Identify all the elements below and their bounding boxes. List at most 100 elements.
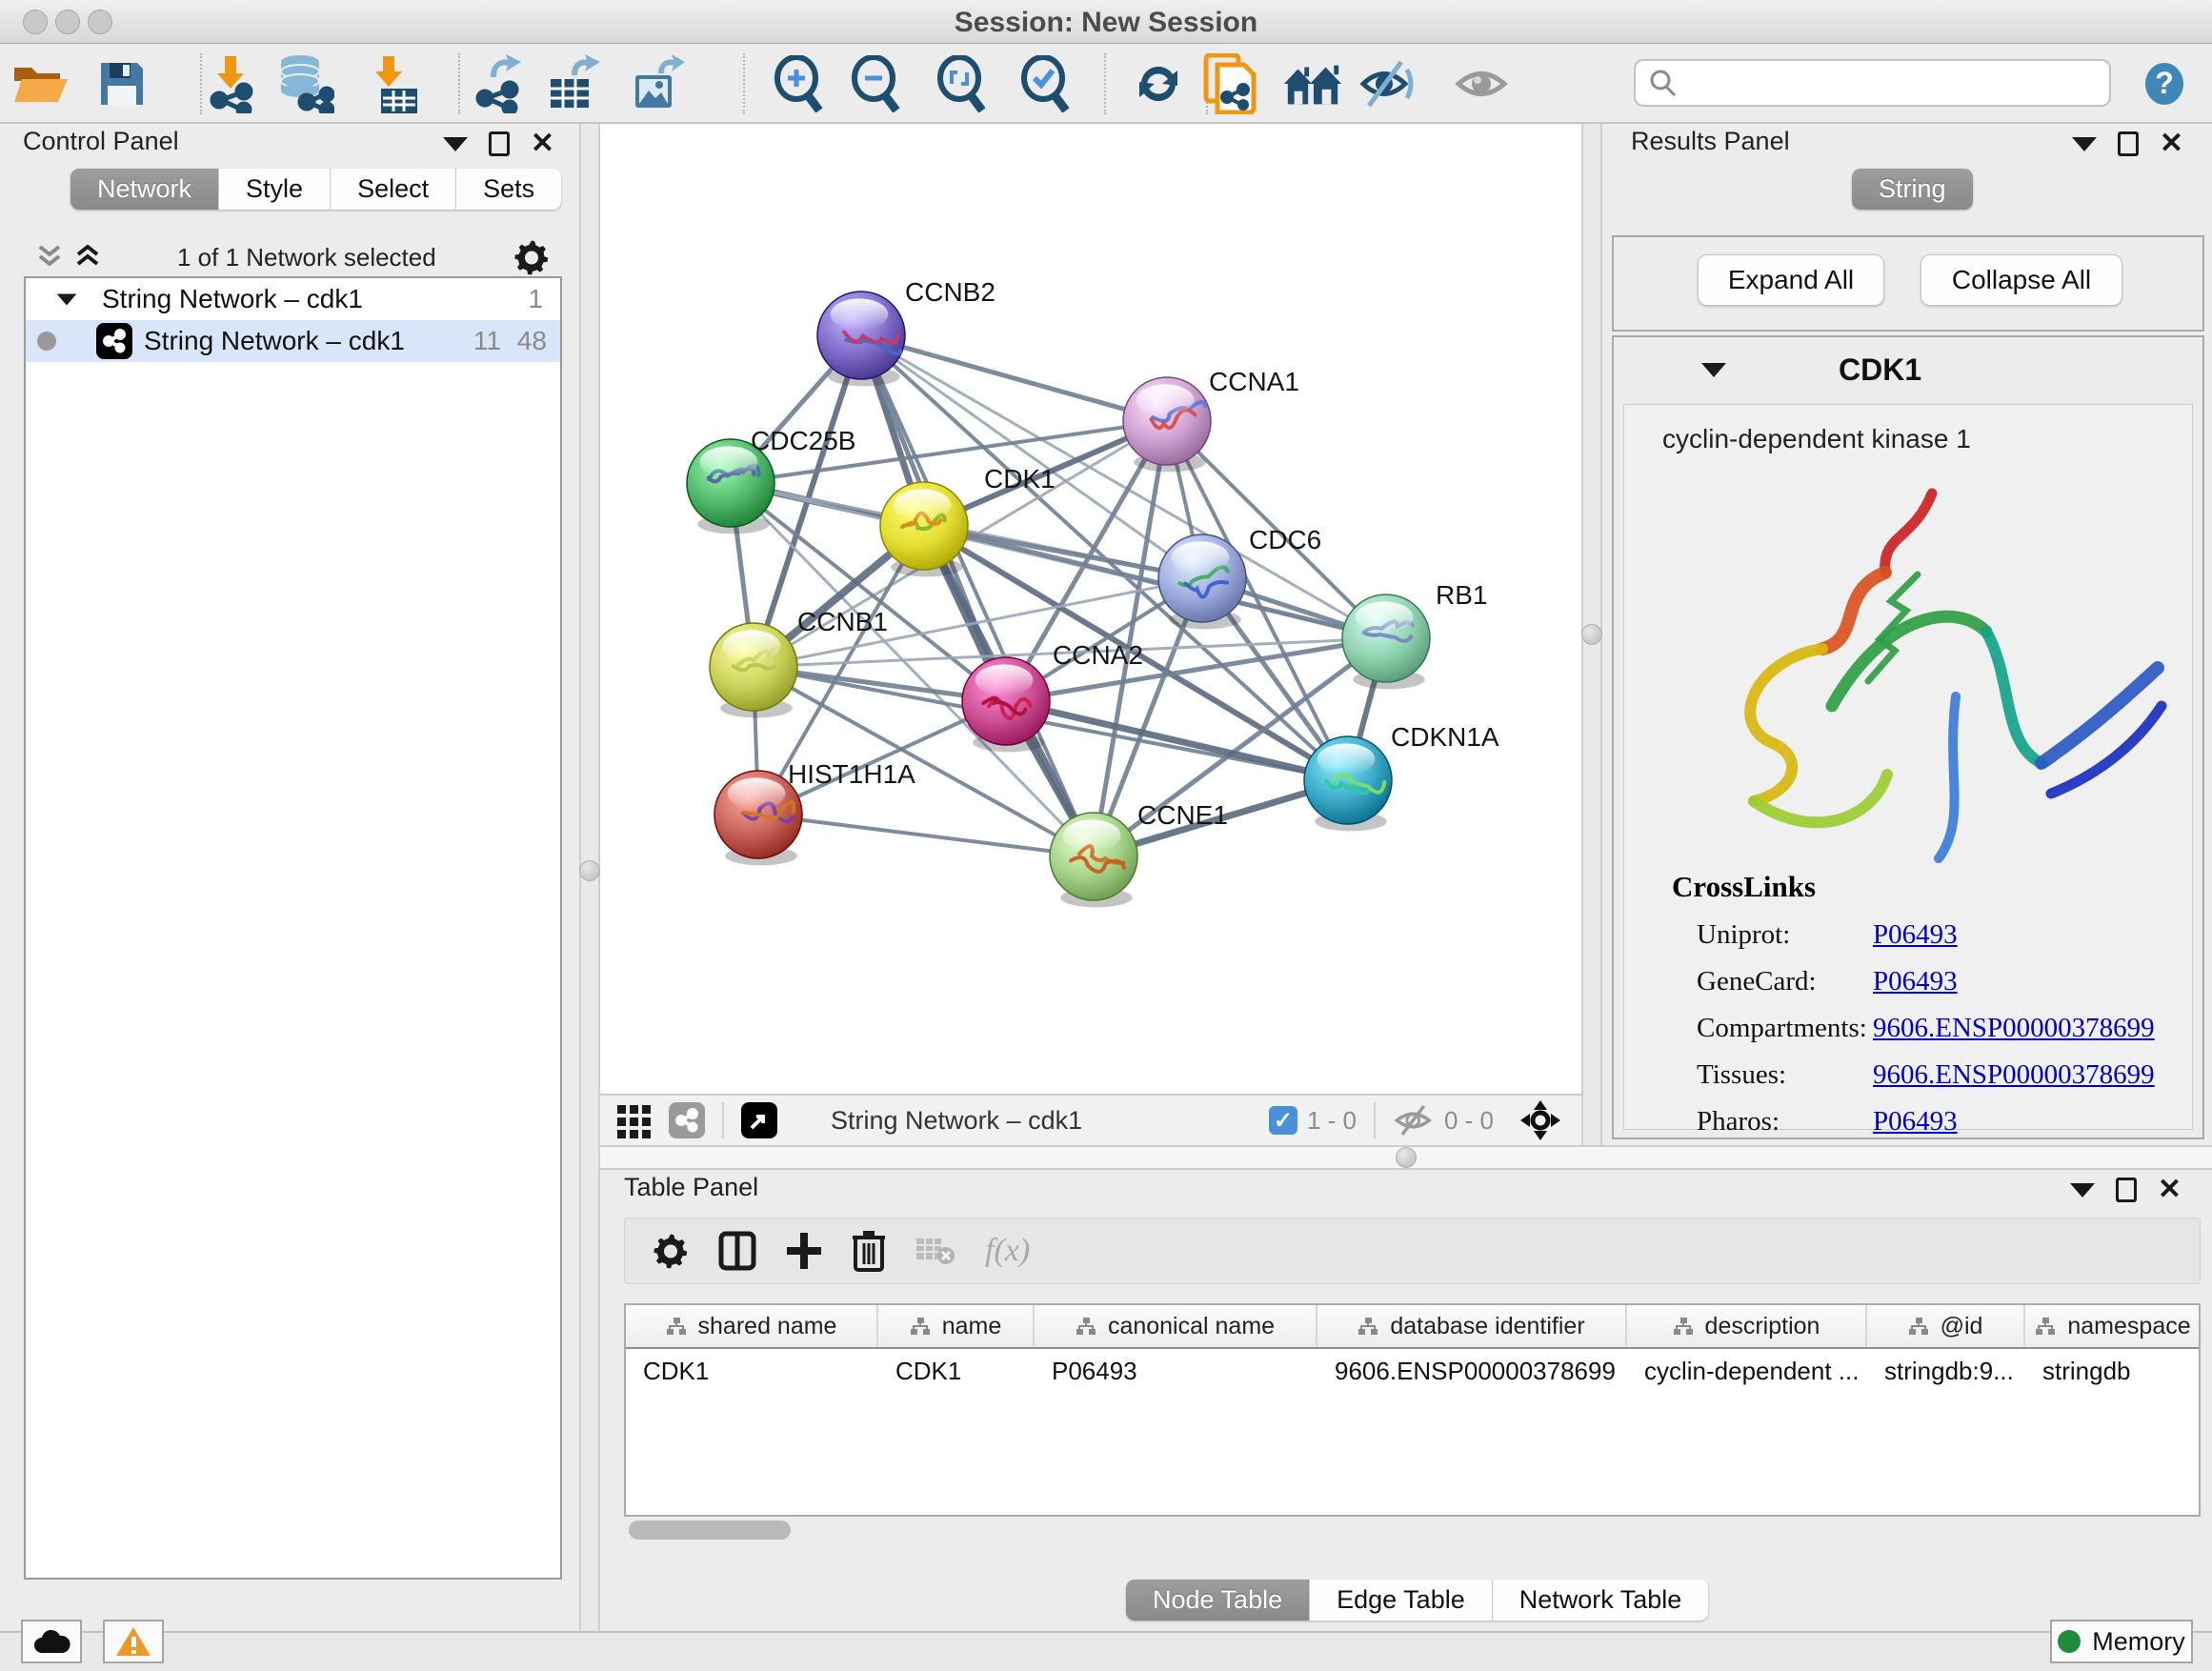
panel-float-icon[interactable] — [2118, 131, 2139, 156]
network-canvas[interactable]: CCNB2CCNA1CDC25BCDK1CDC6RB1CCNB1CCNA2CDK… — [600, 124, 1581, 1094]
cloud-button[interactable] — [21, 1620, 82, 1663]
network-row[interactable]: String Network – cdk1 11 48 — [26, 320, 560, 362]
right-splitter-handle[interactable] — [1581, 624, 1602, 645]
table-horizontal-scrollbar[interactable] — [629, 1520, 791, 1540]
collapse-all-icon[interactable] — [34, 243, 67, 272]
save-session-button[interactable] — [91, 53, 152, 114]
panel-menu-icon[interactable] — [443, 137, 468, 151]
panel-menu-icon[interactable] — [2072, 137, 2097, 151]
warnings-button[interactable] — [103, 1620, 164, 1663]
panel-float-icon[interactable] — [2116, 1178, 2137, 1202]
node-table[interactable]: shared namenamecanonical namedatabase id… — [624, 1303, 2201, 1517]
expand-all-icon[interactable] — [72, 243, 105, 272]
left-splitter-handle[interactable] — [579, 860, 600, 881]
column-header[interactable]: namespace — [2025, 1305, 2201, 1347]
column-header[interactable]: name — [878, 1305, 1035, 1347]
string-home-button[interactable] — [1282, 53, 1343, 114]
delete-column-icon[interactable] — [852, 1230, 886, 1272]
export-image-button[interactable] — [627, 53, 688, 114]
show-all-button[interactable] — [1452, 53, 1513, 114]
import-network-database-button[interactable] — [274, 53, 335, 114]
table-cell[interactable]: CDK1 — [878, 1349, 1035, 1393]
string-view-icon[interactable] — [669, 1102, 705, 1138]
tab-string[interactable]: String — [1852, 169, 1973, 210]
crosslink-value[interactable]: P06493 — [1873, 966, 1958, 997]
table-cell[interactable]: cyclin-dependent ... — [1627, 1349, 1867, 1393]
crosslink-value[interactable]: 9606.ENSP00000378699 — [1873, 1059, 2155, 1091]
graph-node-CDK1[interactable] — [880, 482, 968, 576]
tab-select[interactable]: Select — [331, 169, 456, 210]
zoom-in-button[interactable] — [769, 53, 830, 114]
export-table-button[interactable] — [542, 53, 603, 114]
column-header[interactable]: description — [1627, 1305, 1867, 1347]
panel-menu-icon[interactable] — [2070, 1183, 2095, 1198]
grid-view-icon[interactable] — [615, 1101, 654, 1139]
graph-node-CDKN1A[interactable] — [1304, 736, 1392, 831]
zoom-fit-button[interactable] — [932, 53, 993, 114]
zoom-selected-button[interactable] — [1016, 53, 1076, 114]
table-settings-gear-icon[interactable] — [652, 1232, 690, 1270]
zoom-out-button[interactable] — [846, 53, 907, 114]
column-header[interactable]: database identifier — [1317, 1305, 1627, 1347]
panel-close-icon[interactable]: ✕ — [2158, 1178, 2182, 1202]
tab-node-table[interactable]: Node Table — [1126, 1580, 1310, 1621]
horizontal-splitter[interactable] — [600, 1145, 2212, 1170]
network-collection-row[interactable]: String Network – cdk1 1 — [26, 278, 560, 320]
hidden-eye-icon[interactable] — [1393, 1103, 1435, 1137]
crosslink-value[interactable]: P06493 — [1873, 919, 1958, 951]
graph-node-CCNB1[interactable] — [710, 623, 797, 717]
apply-layout-button[interactable] — [1128, 53, 1189, 114]
open-in-window-icon[interactable] — [741, 1102, 777, 1138]
panel-close-icon[interactable]: ✕ — [2160, 131, 2183, 156]
graph-node-RB1[interactable] — [1342, 594, 1430, 689]
left-splitter[interactable] — [579, 124, 600, 1631]
entry-header[interactable]: CDK1 — [1614, 337, 2202, 402]
graph-node-CDC6[interactable] — [1158, 534, 1246, 629]
table-cell[interactable]: CDK1 — [626, 1349, 878, 1393]
gear-icon[interactable] — [513, 238, 551, 276]
tab-sets[interactable]: Sets — [456, 169, 561, 210]
tab-network[interactable]: Network — [70, 169, 219, 210]
string-protein-query-button[interactable] — [1200, 53, 1261, 114]
panel-float-icon[interactable] — [489, 131, 510, 156]
import-network-file-button[interactable] — [198, 53, 259, 114]
entry-collapse-icon[interactable] — [1701, 363, 1726, 377]
tab-style[interactable]: Style — [219, 169, 331, 210]
memory-button[interactable]: Memory — [2050, 1620, 2193, 1663]
import-table-file-button[interactable] — [362, 53, 423, 114]
open-session-button[interactable] — [10, 53, 70, 114]
crosslink-value[interactable]: P06493 — [1873, 1106, 1958, 1137]
right-splitter[interactable] — [1581, 124, 1602, 1145]
show-columns-icon[interactable] — [718, 1231, 756, 1271]
table-row[interactable]: CDK1CDK1P064939606.ENSP00000378699cyclin… — [626, 1349, 2199, 1393]
add-column-icon[interactable] — [785, 1231, 823, 1271]
table-cell[interactable]: P06493 — [1035, 1349, 1317, 1393]
search-input[interactable] — [1634, 59, 2111, 107]
collection-count: 1 — [528, 284, 543, 314]
column-header[interactable]: canonical name — [1035, 1305, 1317, 1347]
collapse-all-button[interactable]: Collapse All — [1920, 254, 2122, 306]
network-graph[interactable]: CCNB2CCNA1CDC25BCDK1CDC6RB1CCNB1CCNA2CDK… — [600, 124, 1581, 1094]
graph-node-CCNA2[interactable] — [962, 657, 1050, 752]
horizontal-splitter-handle[interactable] — [1396, 1147, 1417, 1168]
column-header[interactable]: @id — [1867, 1305, 2025, 1347]
column-type-icon — [910, 1317, 931, 1336]
graph-node-CCNE1[interactable] — [1050, 813, 1137, 907]
column-header[interactable]: shared name — [626, 1305, 878, 1347]
table-cell[interactable]: 9606.ENSP00000378699 — [1317, 1349, 1627, 1393]
tab-edge-table[interactable]: Edge Table — [1310, 1580, 1493, 1621]
hide-selected-button[interactable] — [1358, 53, 1419, 114]
selected-checkbox-icon[interactable]: ✓ — [1269, 1106, 1297, 1135]
crosslink-value[interactable]: 9606.ENSP00000378699 — [1873, 1013, 2155, 1044]
help-button[interactable]: ? — [2134, 53, 2195, 114]
expand-all-button[interactable]: Expand All — [1698, 254, 1884, 306]
birds-eye-toggle-icon[interactable] — [1518, 1098, 1562, 1142]
table-cell[interactable]: stringdb:9... — [1867, 1349, 2025, 1393]
table-cell[interactable]: stringdb — [2025, 1349, 2201, 1393]
tab-network-table[interactable]: Network Table — [1493, 1580, 1709, 1621]
panel-close-icon[interactable]: ✕ — [531, 131, 554, 156]
collection-expand-icon[interactable] — [57, 293, 77, 305]
table-panel-controls: ✕ — [2070, 1178, 2182, 1202]
graph-node-CCNA1[interactable] — [1123, 377, 1211, 472]
export-network-button[interactable] — [464, 53, 525, 114]
